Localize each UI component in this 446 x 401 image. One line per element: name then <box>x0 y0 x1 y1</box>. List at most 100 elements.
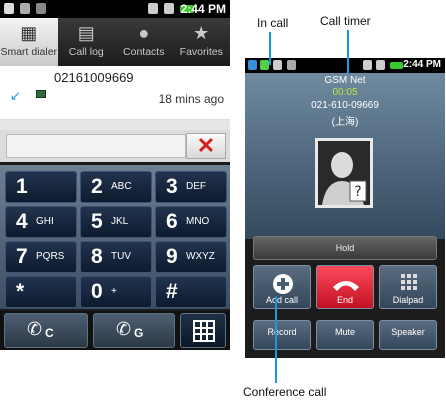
network-name: GSM Net <box>324 75 366 86</box>
phone-icon: ✆ <box>116 319 132 339</box>
key-digit: * <box>16 280 25 303</box>
key-letters: TUV <box>111 251 131 262</box>
key-letters: ABC <box>111 181 132 192</box>
sd-icon <box>287 60 296 70</box>
call-c-button[interactable]: ✆ C <box>4 313 88 348</box>
call-button-bar: ✆ C ✆ G <box>0 311 230 350</box>
key-4[interactable]: 4 GHI <box>5 206 77 238</box>
close-icon: ✕ <box>196 133 216 158</box>
download-icon <box>36 3 46 14</box>
hold-button[interactable]: Hold <box>253 236 437 260</box>
key-digit: # <box>166 280 178 303</box>
call-timer: 00:05 <box>332 87 358 98</box>
button-label: End <box>336 295 353 305</box>
keypad-toggle-button[interactable] <box>180 313 226 348</box>
list-icon: ▤ <box>77 23 95 43</box>
tab-contacts[interactable]: ● Contacts <box>115 18 173 66</box>
tab-smart-dialer[interactable]: ▦ Smart dialer <box>0 18 58 66</box>
key-digit: 7 <box>16 245 28 268</box>
tab-label: Contacts <box>123 46 165 58</box>
person-icon: ● <box>138 23 150 43</box>
keypad-icon <box>193 320 215 342</box>
tab-label: Smart dialer <box>0 46 58 58</box>
key-digit: 4 <box>16 210 28 233</box>
call-info: GSM Net 00:05 021-610-09669 (上海) ? <box>245 73 445 239</box>
status-time: 2:44 PM <box>180 2 226 16</box>
conference-call-leader-line <box>275 297 277 383</box>
status-bar: 2:44 PM <box>0 0 230 18</box>
tab-bar: ▦ Smart dialer ▤ Call log ● Contacts ★ F… <box>0 18 230 66</box>
key-6[interactable]: 6 MNO <box>155 206 227 238</box>
key-1[interactable]: 1 <box>5 171 77 203</box>
key-digit: 6 <box>166 210 178 233</box>
key-2[interactable]: 2 ABC <box>80 171 152 203</box>
key-letters: + <box>111 286 117 297</box>
button-label: Add call <box>265 295 299 305</box>
key-hash[interactable]: # <box>155 276 227 308</box>
sim-icon <box>36 90 46 98</box>
delete-button[interactable]: ✕ <box>186 133 226 159</box>
call-number: 02161009669 <box>54 70 134 85</box>
speaker-button[interactable]: Speaker <box>379 320 437 350</box>
key-3[interactable]: 3 DEF <box>155 171 227 203</box>
dialer-screen: 2:44 PM ▦ Smart dialer ▤ Call log ● Cont… <box>0 0 230 350</box>
key-8[interactable]: 8 TUV <box>80 241 152 273</box>
usb-icon <box>273 60 282 70</box>
tab-label: Call log <box>68 46 104 58</box>
mute-button[interactable]: Mute <box>316 320 374 350</box>
caller-number: 021-610-09669 <box>311 100 379 111</box>
key-letters: JKL <box>111 216 129 227</box>
incoming-call-icon: ↙ <box>10 88 21 103</box>
tab-label: Favorites <box>179 46 223 58</box>
key-0[interactable]: 0 + <box>80 276 152 308</box>
tab-call-log[interactable]: ▤ Call log <box>58 18 116 66</box>
status-time: 2:44 PM <box>403 59 441 70</box>
dial-keypad: 1 2 ABC 3 DEF 4 GHI 5 JKL 6 MNO 7 PQRS 8 TUV 9W… <box>0 165 230 309</box>
recent-call-row[interactable]: ↙ 02161009669 18 mins ago <box>0 66 230 120</box>
key-letters: DEF <box>186 181 206 192</box>
star-icon: ★ <box>193 23 210 43</box>
key-digit: 5 <box>91 210 103 233</box>
key-letters: GHI <box>36 216 54 227</box>
button-label: Dialpad <box>392 295 424 305</box>
svg-text:?: ? <box>354 184 361 200</box>
dial-input[interactable] <box>6 134 186 158</box>
tab-favorites[interactable]: ★ Favorites <box>173 18 231 66</box>
call-timer-annotation: Call timer <box>320 14 371 28</box>
key-digit: 1 <box>16 175 28 198</box>
key-5[interactable]: 5 JKL <box>80 206 152 238</box>
caller-location: (上海) <box>331 117 359 128</box>
call-timer-leader-line <box>347 30 349 74</box>
key-digit: 9 <box>166 245 178 268</box>
key-digit: 8 <box>91 245 103 268</box>
dial-input-bar: ✕ <box>0 130 230 162</box>
grid-icon: ▦ <box>20 23 38 43</box>
phone-status-icon <box>248 60 257 70</box>
record-button[interactable]: Record <box>253 320 311 350</box>
key-star[interactable]: * <box>5 276 77 308</box>
signal-icon <box>148 3 158 14</box>
end-call-button[interactable]: End <box>316 265 374 309</box>
battery-icon <box>390 62 403 69</box>
call-time-ago: 18 mins ago <box>158 92 224 106</box>
signal-icon <box>376 60 385 70</box>
key-digit: 0 <box>91 280 103 303</box>
key-letters: WXYZ <box>186 251 215 262</box>
signal-icon <box>164 3 174 14</box>
call-g-button[interactable]: ✆ G <box>93 313 175 348</box>
in-call-leader-line <box>269 32 271 65</box>
dialpad-button[interactable]: Dialpad <box>379 265 437 309</box>
in-call-icon <box>260 60 269 70</box>
in-call-annotation: In call <box>257 16 289 30</box>
unknown-contact-icon: ? <box>318 141 370 205</box>
signal-icon <box>363 60 372 70</box>
key-letters: PQRS <box>36 251 65 262</box>
key-9[interactable]: 9 WXYZ <box>155 241 227 273</box>
divider <box>0 120 230 130</box>
phone-icon: ✆ <box>27 319 43 339</box>
add-call-button[interactable]: Add call <box>253 265 311 309</box>
key-digit: 3 <box>166 175 178 198</box>
sd-icon <box>20 3 30 14</box>
call-button-label: G <box>134 326 144 340</box>
key-7[interactable]: 7 PQRS <box>5 241 77 273</box>
